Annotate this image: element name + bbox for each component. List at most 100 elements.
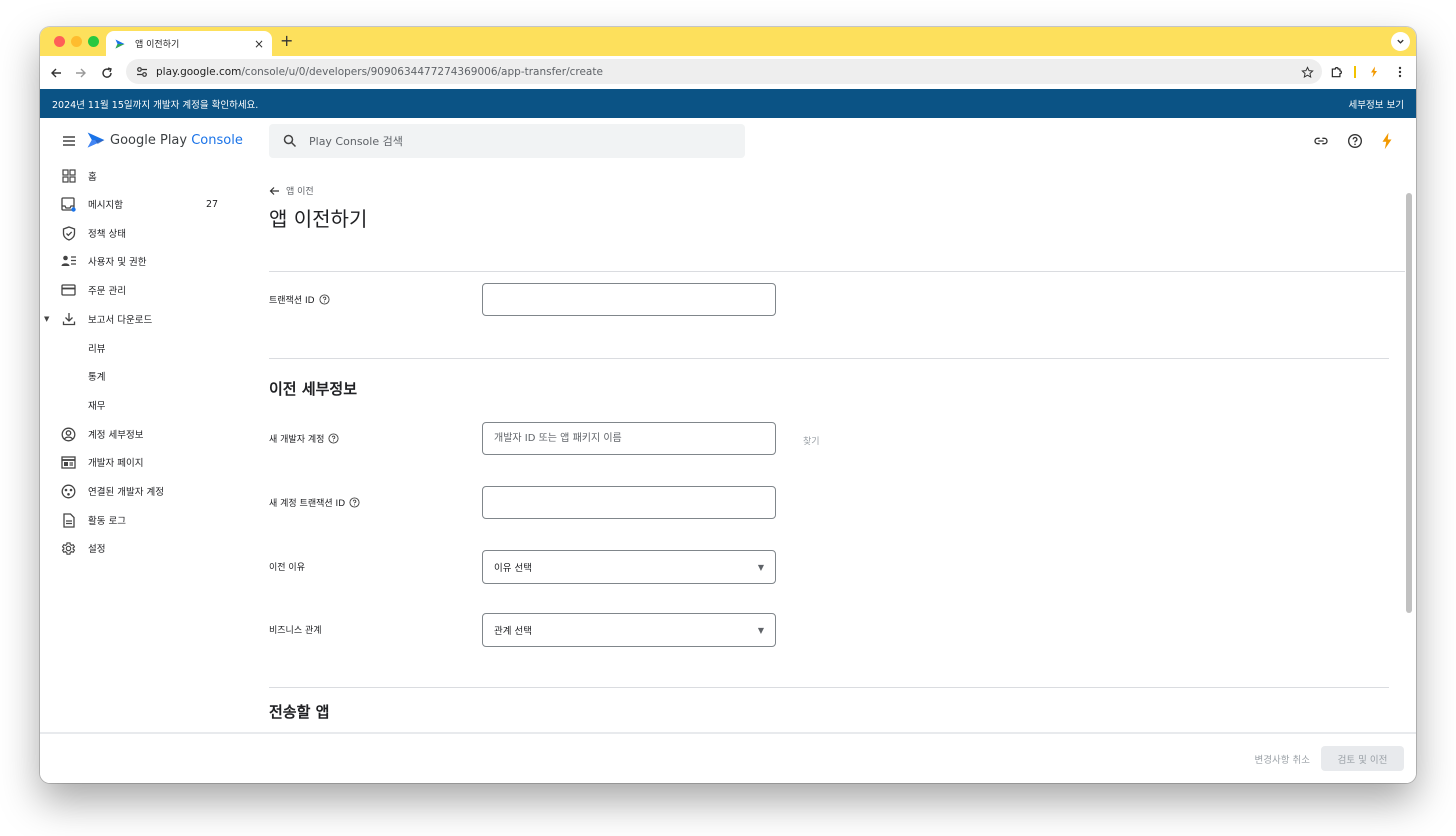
apps-to-transfer-title: 전송할 앱 bbox=[269, 703, 330, 721]
discard-changes-button[interactable]: 변경사항 취소 bbox=[1255, 752, 1310, 766]
profile-avatar-button[interactable] bbox=[1364, 62, 1384, 82]
sidebar-item-label: 활동 로그 bbox=[88, 516, 126, 527]
help-icon[interactable] bbox=[328, 433, 339, 444]
new-developer-account-input[interactable] bbox=[482, 422, 776, 455]
page-title: 앱 이전하기 bbox=[269, 207, 368, 231]
logo-text: Google Play Console bbox=[110, 133, 243, 148]
new-tab-button[interactable]: + bbox=[280, 31, 293, 51]
browser-tab[interactable]: 앱 이전하기 × bbox=[106, 31, 272, 56]
download-icon bbox=[60, 311, 77, 328]
web-icon bbox=[60, 454, 77, 471]
link-icon bbox=[1314, 137, 1328, 145]
sidebar-item-label: 재무 bbox=[88, 401, 106, 412]
app-header: Google Play Console Play Console 검색 bbox=[40, 118, 1416, 168]
sidebar: 홈 메시지함 27 정책 상태 사용자 및 권한 주문 관리 ▼ 보고서 다운로… bbox=[40, 168, 240, 728]
forward-button[interactable] bbox=[71, 63, 91, 83]
sidebar-item-account-details[interactable]: 계정 세부정보 bbox=[40, 421, 240, 447]
account-avatar-icon bbox=[1382, 132, 1392, 150]
transfer-details-title: 이전 세부정보 bbox=[269, 380, 358, 398]
sidebar-item-activity-log[interactable]: 활동 로그 bbox=[40, 507, 240, 533]
find-button[interactable]: 찾기 bbox=[803, 434, 820, 447]
business-relationship-value: 관계 선택 bbox=[494, 626, 532, 637]
new-developer-account-label-text: 새 개발자 계정 bbox=[269, 435, 325, 445]
sidebar-subitem-statistics[interactable]: 통계 bbox=[40, 363, 240, 389]
sidebar-subitem-reviews[interactable]: 리뷰 bbox=[40, 335, 240, 361]
back-button[interactable] bbox=[46, 63, 66, 83]
title-bar: 앱 이전하기 × + bbox=[40, 27, 1416, 56]
sidebar-item-linked-accounts[interactable]: 연결된 개발자 계정 bbox=[40, 478, 240, 504]
sidebar-item-inbox[interactable]: 메시지함 27 bbox=[40, 191, 240, 217]
action-footer: 변경사항 취소 검토 및 이전 bbox=[40, 732, 1416, 783]
page-scrollbar[interactable] bbox=[1406, 193, 1412, 613]
account-avatar-button[interactable] bbox=[1378, 132, 1396, 150]
search-icon bbox=[283, 134, 297, 148]
transfer-reason-select[interactable]: 이유 선택 ▼ bbox=[482, 550, 776, 584]
transaction-id-label: 트랜잭션 ID bbox=[269, 293, 330, 306]
help-icon[interactable] bbox=[319, 294, 330, 305]
sidebar-item-label: 메시지함 bbox=[88, 200, 123, 211]
arrow-left-icon bbox=[51, 68, 61, 78]
close-window-button[interactable] bbox=[54, 36, 65, 47]
tab-search-button[interactable] bbox=[1391, 32, 1410, 51]
profile-avatar-icon bbox=[1371, 66, 1377, 78]
banner-text: 2024년 11월 15일까지 개발자 계정을 확인하세요. bbox=[52, 99, 259, 111]
help-circle-icon bbox=[1348, 134, 1362, 148]
business-relationship-select[interactable]: 관계 선택 ▼ bbox=[482, 613, 776, 647]
browser-menu-button[interactable] bbox=[1390, 62, 1410, 82]
transaction-id-input[interactable] bbox=[482, 283, 776, 316]
play-console-favicon-icon bbox=[115, 39, 125, 48]
browser-window: 앱 이전하기 × + play.google.com/console/u/0/d… bbox=[40, 27, 1416, 783]
sidebar-item-developer-page[interactable]: 개발자 페이지 bbox=[40, 449, 240, 475]
sidebar-item-label: 계정 세부정보 bbox=[88, 430, 144, 441]
reload-icon bbox=[102, 67, 112, 78]
play-console-logo-icon bbox=[87, 132, 105, 148]
site-settings-icon[interactable] bbox=[134, 64, 150, 80]
tab-close-icon[interactable]: × bbox=[254, 38, 264, 50]
caret-down-icon[interactable]: ▼ bbox=[44, 315, 49, 323]
verification-banner: 2024년 11월 15일까지 개발자 계정을 확인하세요. 세부정보 보기 bbox=[40, 89, 1416, 118]
sidebar-item-users[interactable]: 사용자 및 권한 bbox=[40, 248, 240, 274]
caret-down-icon: ▼ bbox=[757, 625, 764, 635]
copy-link-button[interactable] bbox=[1312, 132, 1330, 150]
play-console-logo[interactable]: Google Play Console bbox=[86, 130, 243, 150]
maximize-window-button[interactable] bbox=[88, 36, 99, 47]
review-and-transfer-button[interactable]: 검토 및 이전 bbox=[1321, 746, 1404, 771]
sidebar-item-orders[interactable]: 주문 관리 bbox=[40, 277, 240, 303]
credit-card-icon bbox=[60, 282, 77, 299]
address-bar[interactable]: play.google.com/console/u/0/developers/9… bbox=[126, 59, 1322, 84]
url-text: play.google.com/console/u/0/developers/9… bbox=[156, 66, 603, 78]
back-to-app-transfer-link[interactable]: 앱 이전 bbox=[269, 184, 314, 197]
transfer-reason-value: 이유 선택 bbox=[494, 563, 532, 574]
bookmark-star-icon[interactable] bbox=[1301, 64, 1314, 83]
inbox-count-badge: 27 bbox=[206, 198, 219, 210]
help-button[interactable] bbox=[1346, 132, 1364, 150]
new-account-transaction-id-input[interactable] bbox=[482, 486, 776, 519]
sidebar-item-policy-status[interactable]: 정책 상태 bbox=[40, 220, 240, 246]
sidebar-item-label: 사용자 및 권한 bbox=[88, 257, 147, 268]
gear-icon bbox=[60, 540, 77, 557]
sidebar-item-label: 리뷰 bbox=[88, 344, 106, 355]
help-icon[interactable] bbox=[349, 497, 360, 508]
new-account-transaction-id-label: 새 계정 트랜잭션 ID bbox=[269, 496, 360, 509]
extensions-button[interactable] bbox=[1327, 62, 1347, 82]
sidebar-item-settings[interactable]: 설정 bbox=[40, 535, 240, 561]
search-placeholder: Play Console 검색 bbox=[309, 135, 403, 148]
sidebar-subitem-finance[interactable]: 재무 bbox=[40, 392, 240, 418]
dashboard-icon bbox=[60, 168, 77, 185]
sidebar-item-label: 개발자 페이지 bbox=[88, 458, 144, 469]
sidebar-item-label: 연결된 개발자 계정 bbox=[88, 487, 164, 498]
banner-details-link[interactable]: 세부정보 보기 bbox=[1349, 97, 1404, 111]
transaction-id-label-text: 트랜잭션 ID bbox=[269, 296, 315, 306]
minimize-window-button[interactable] bbox=[71, 36, 82, 47]
sidebar-item-home[interactable]: 홈 bbox=[40, 163, 240, 189]
search-bar[interactable]: Play Console 검색 bbox=[269, 124, 745, 158]
document-icon bbox=[60, 512, 77, 529]
linked-accounts-icon bbox=[60, 483, 77, 500]
new-developer-account-label: 새 개발자 계정 bbox=[269, 432, 339, 445]
sidebar-item-download-reports[interactable]: ▼ 보고서 다운로드 bbox=[40, 306, 240, 332]
transfer-reason-label-text: 이전 이유 bbox=[269, 563, 305, 573]
hamburger-menu-button[interactable] bbox=[60, 132, 78, 150]
sidebar-item-label: 보고서 다운로드 bbox=[88, 315, 153, 326]
tab-title: 앱 이전하기 bbox=[135, 40, 180, 50]
reload-button[interactable] bbox=[97, 63, 117, 83]
